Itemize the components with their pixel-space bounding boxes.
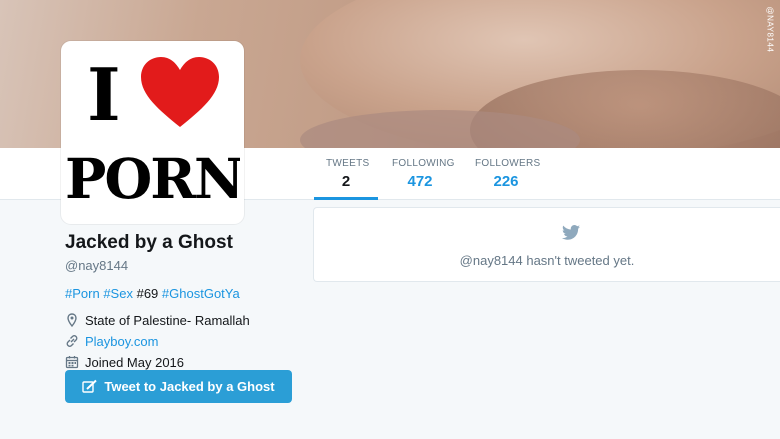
bio-text: #69 [136,286,159,301]
profile-location: State of Palestine- Ramallah [85,312,250,328]
heart-icon [141,57,219,127]
hashtag-link[interactable]: #Porn [65,286,100,301]
location-pin-icon [67,313,77,327]
following-count: 472 [407,173,433,190]
profile-card: Jacked by a Ghost @nay8144 #Porn #Sex #6… [65,232,305,370]
tab-tweets[interactable]: TWEETS 2 [314,158,378,200]
followers-count: 226 [493,173,519,190]
avatar-word: PORN [65,146,243,211]
empty-timeline-message: @nay8144 hasn't tweeted yet. [459,253,635,268]
profile-handle[interactable]: @nay8144 [65,258,305,273]
profile-website-row: Playboy.com [65,334,305,349]
tweet-to-button-label: Tweet to Jacked by a Ghost [104,379,275,394]
avatar-letter-i: I [87,52,121,137]
timeline-panel: @nay8144 hasn't tweeted yet. [313,207,780,282]
tab-following[interactable]: FOLLOWING 472 [392,158,455,190]
followers-label: FOLLOWERS [475,158,541,169]
watermark-text: @NAY8144 [765,6,775,53]
hashtag-link[interactable]: #Sex [103,286,133,301]
compose-icon [82,379,98,393]
twitter-bird-icon [562,225,580,240]
tweets-count: 2 [341,173,351,190]
tab-followers[interactable]: FOLLOWERS 226 [475,158,541,190]
profile-website-link[interactable]: Playboy.com [85,334,158,349]
tweet-to-button[interactable]: Tweet to Jacked by a Ghost [65,370,292,403]
profile-name[interactable]: Jacked by a Ghost [65,232,305,254]
profile-joined-date: Joined May 2016 [85,354,185,370]
tweets-label: TWEETS [326,158,370,169]
watermark: @NAY8144 [764,6,776,68]
profile-avatar[interactable]: I PORN [61,41,244,224]
hashtag-link[interactable]: #GhostGotYa [162,286,240,301]
link-icon [66,335,78,347]
profile-joined-row: Joined May 2016 [65,354,305,370]
calendar-icon [65,356,79,369]
profile-location-row: State of Palestine- Ramallah [65,312,305,328]
profile-bio: #Porn #Sex #69 #GhostGotYa [65,286,305,301]
following-label: FOLLOWING [392,158,455,169]
